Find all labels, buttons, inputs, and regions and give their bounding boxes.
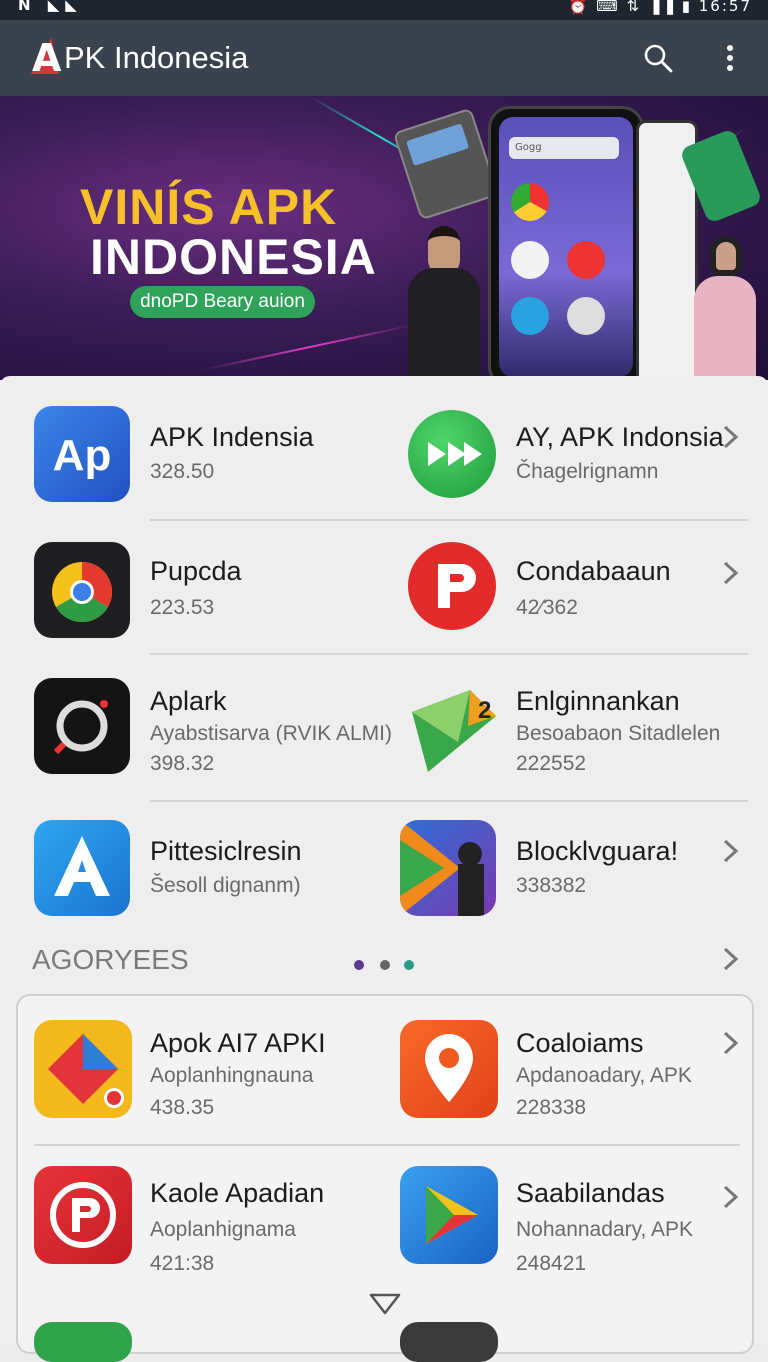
svg-text:Ap: Ap <box>53 431 112 480</box>
app-version: 398.32 <box>150 752 215 775</box>
app-icon[interactable] <box>34 1322 132 1362</box>
scroll-down-icon[interactable] <box>368 1292 402 1316</box>
app-icon <box>408 410 496 498</box>
banner-person-illustration <box>400 226 488 380</box>
app-icon <box>34 1166 132 1264</box>
app-meta: Apdanoadary, APK <box>516 1064 692 1087</box>
banner-cta-button[interactable]: dnoPD Beary auion <box>130 286 315 318</box>
app-icon <box>408 542 496 630</box>
app-meta: 223.53 <box>150 596 215 619</box>
app-name: Condabaaun <box>516 556 671 586</box>
app-version: 222552 <box>516 752 587 775</box>
list-item[interactable]: Coaloiams Apdanoadary, APK 228338 <box>400 1020 748 1120</box>
app-version: 421:38 <box>150 1252 215 1275</box>
section-title: AGORYEES <box>32 944 189 975</box>
banner-wallet-illustration <box>392 107 500 221</box>
app-icon <box>400 820 496 916</box>
chrome-icon <box>511 183 549 221</box>
app-name: Blocklvguara! <box>516 836 679 866</box>
app-bar: A PK Indonesia <box>0 20 768 96</box>
list-item[interactable]: Pittesiclresin Šesoll dignanm) <box>34 820 374 916</box>
app-meta: 328.50 <box>150 460 215 483</box>
app-meta: Ayabstisarva (RVIK ALMI) <box>150 722 392 745</box>
location-pin-icon <box>400 1020 498 1118</box>
app-name: Pittesiclresin <box>150 836 302 866</box>
list-item[interactable]: Kaole Apadian Aoplanhignama 421:38 <box>34 1166 384 1275</box>
app-name: Coaloiams <box>516 1028 644 1058</box>
app-icon <box>34 678 130 774</box>
more-vert-icon[interactable] <box>714 42 746 74</box>
app-meta: Besoabaon Sitadlelen <box>516 722 721 745</box>
chevron-right-icon[interactable] <box>722 1184 740 1210</box>
promo-banner[interactable]: VINÍS APK INDONESIA dnoPD Beary auion Go… <box>0 96 768 380</box>
indicator-dot[interactable] <box>380 960 390 970</box>
search-icon[interactable] <box>642 42 674 74</box>
app-icon-blue <box>511 297 549 335</box>
list-item[interactable]: Pupcda 223.53 <box>34 542 374 638</box>
list-item[interactable]: Blocklvguara! 338382 <box>400 820 748 916</box>
list-item[interactable]: Condabaaun 42⁄362 <box>408 542 748 638</box>
app-name: AY, APK Indonsia <box>516 422 724 452</box>
divider <box>34 1144 740 1146</box>
status-left-icons: N ◣◣ <box>18 0 83 14</box>
app-name: Kaole Apadian <box>150 1178 325 1208</box>
app-meta: Nohannadary, APK <box>516 1218 694 1241</box>
app-name: APK Indensia <box>150 422 314 452</box>
status-bar: N ◣◣ ⏰ ⌨ ⇅ ▐▐ ▮ 16:57 <box>0 0 768 20</box>
logo-mark: A <box>32 36 66 80</box>
phone-search-bar: Gogg <box>509 137 619 159</box>
banner-person-illustration <box>690 236 760 380</box>
divider <box>150 653 748 655</box>
chevron-right-icon[interactable] <box>722 424 740 450</box>
app-meta: 338382 <box>516 874 587 897</box>
chevron-right-icon[interactable] <box>722 1030 740 1056</box>
banner-glow-line <box>202 323 418 371</box>
app-meta: 42⁄362 <box>516 596 578 619</box>
play-store-icon <box>400 1166 498 1264</box>
list-item[interactable]: Aplark Ayabstisarva (RVIK ALMI) 398.32 <box>34 678 394 778</box>
banner-subheadline: INDONESIA <box>90 229 377 285</box>
chevron-right-icon[interactable] <box>722 946 740 972</box>
app-name: Saabilandas <box>516 1178 665 1208</box>
app-icon <box>34 820 130 916</box>
chevron-right-icon[interactable] <box>722 838 740 864</box>
app-meta: Šesoll dignanm) <box>150 874 301 897</box>
svg-text:2: 2 <box>478 697 491 724</box>
app-meta: Aoplanhingnauna <box>150 1064 314 1087</box>
indicator-dot[interactable] <box>404 960 414 970</box>
app-icon <box>34 1020 132 1118</box>
list-item[interactable]: Saabilandas Nohannadary, APK 248421 <box>400 1166 748 1275</box>
app-version: 248421 <box>516 1252 587 1275</box>
app-name: Aplark <box>150 686 227 716</box>
app-meta: Čhagelrignamn <box>516 460 659 483</box>
app-version: 438.35 <box>150 1096 215 1119</box>
avatar-icon <box>511 241 549 279</box>
app-icon: Ap <box>34 406 130 502</box>
list-item[interactable]: Apok AI7 APKI Aoplanhingnauna 438.35 <box>34 1020 384 1120</box>
chevron-right-icon[interactable] <box>722 560 740 586</box>
app-icon-red <box>567 241 605 279</box>
app-name: Pupcda <box>150 556 242 586</box>
mail-icon: 2 <box>408 682 500 774</box>
app-name: Enlginnankan <box>516 686 680 716</box>
indicator-dot[interactable] <box>354 960 364 970</box>
status-right-info: ⏰ ⌨ ⇅ ▐▐ ▮ 16:57 <box>568 0 752 15</box>
app-icon[interactable] <box>400 1322 498 1362</box>
app-logo: A PK Indonesia <box>32 36 249 80</box>
list-item[interactable]: Ap APK Indensia 328.50 <box>34 406 374 502</box>
avatar-icon <box>567 297 605 335</box>
list-item[interactable]: AY, APK Indonsia Čhagelrignamn <box>408 406 748 502</box>
app-version: 228338 <box>516 1096 587 1119</box>
chrome-icon <box>34 542 130 638</box>
app-meta: Aoplanhignama <box>150 1218 296 1241</box>
divider <box>150 519 748 521</box>
app-title: PK Indonesia <box>64 40 249 75</box>
page-indicator[interactable] <box>354 960 424 972</box>
list-item[interactable]: 2 Enlginnankan Besoabaon Sitadlelen 2225… <box>408 678 748 778</box>
app-name: Apok AI7 APKI <box>150 1028 326 1058</box>
divider <box>150 800 748 802</box>
banner-phone-illustration: Gogg <box>488 106 644 380</box>
